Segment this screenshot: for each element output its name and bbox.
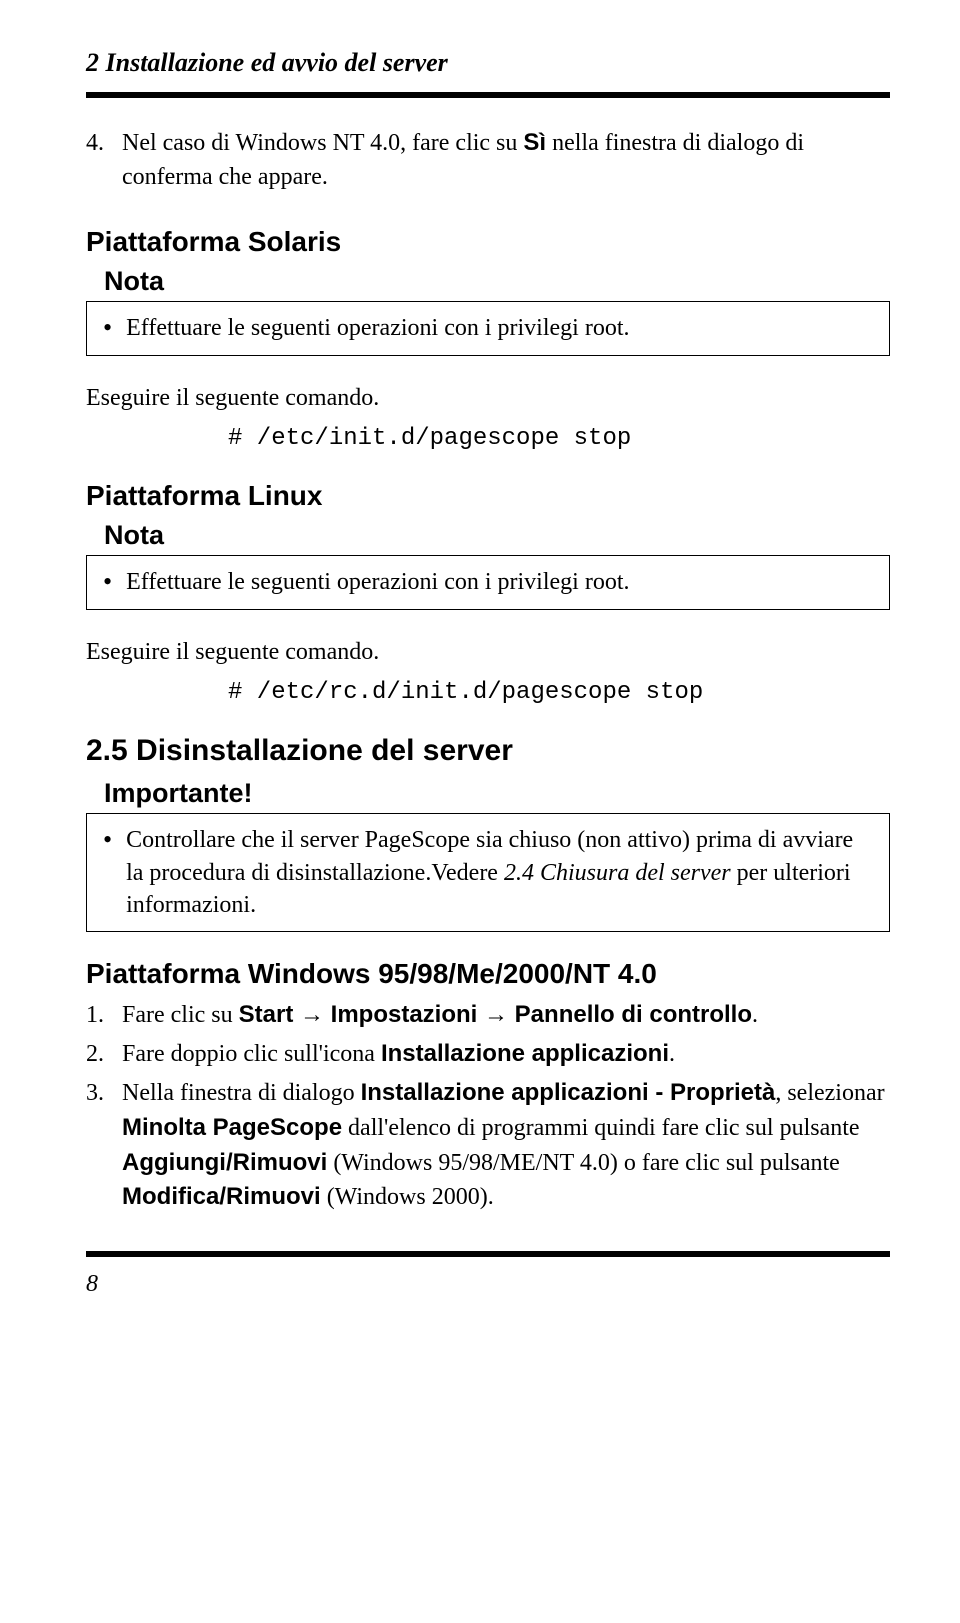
bullet-icon: • [103, 824, 112, 855]
running-header: 2 Installazione ed avvio del server [86, 48, 890, 78]
bullet-icon: • [103, 566, 112, 597]
nota-box-linux: • Effettuare le seguenti operazioni con … [86, 555, 890, 609]
nota-box-solaris: • Effettuare le seguenti operazioni con … [86, 301, 890, 355]
item-post: . [669, 1041, 675, 1067]
footer-rule [86, 1251, 890, 1257]
bullet-icon: • [103, 312, 112, 343]
nota-text-solaris: Effettuare le seguenti operazioni con i … [126, 312, 873, 344]
item-mid-1: , selezionar [775, 1080, 884, 1106]
item-pre: Fare clic su [122, 1002, 239, 1028]
item-post: . [752, 1002, 758, 1028]
nota-bullet-linux: • Effettuare le seguenti operazioni con … [103, 566, 873, 598]
item-pre: Fare doppio clic sull'icona [122, 1041, 381, 1067]
importante-label: Importante! [104, 778, 890, 809]
list-item: 2.Fare doppio clic sull'icona Installazi… [86, 1037, 890, 1072]
nota-bullet-solaris: • Effettuare le seguenti operazioni con … [103, 312, 873, 344]
arrow-icon: → [293, 1001, 330, 1028]
windows-steps: 1.Fare clic su Start → Impostazioni → Pa… [86, 998, 890, 1215]
item-mid-2: dall'elenco di programmi quindi fare cli… [342, 1115, 860, 1141]
heading-linux: Piattaforma Linux [86, 480, 890, 512]
step-number: 4. [86, 127, 122, 161]
list-item: 1.Fare clic su Start → Impostazioni → Pa… [86, 998, 890, 1033]
arrow-icon: → [477, 1001, 514, 1028]
heading-solaris: Piattaforma Solaris [86, 226, 890, 258]
step-4: 4.Nel caso di Windows NT 4.0, fare clic … [86, 126, 890, 194]
code-linux: # /etc/rc.d/init.d/pagescope stop [228, 679, 890, 706]
item-bold-1: Installazione applicazioni - Proprietà [361, 1079, 776, 1106]
step-text-pre: Nel caso di Windows NT 4.0, fare clic su [122, 130, 523, 156]
item-number: 1. [86, 998, 122, 1033]
code-solaris: # /etc/init.d/pagescope stop [228, 425, 890, 452]
nota-text-linux: Effettuare le seguenti operazioni con i … [126, 566, 873, 598]
item-pre: Nella finestra di dialogo [122, 1080, 361, 1106]
step-text-bold: Sì [523, 129, 546, 156]
importante-bullet: • Controllare che il server PageScope si… [103, 824, 873, 921]
item-post: (Windows 2000). [321, 1184, 494, 1210]
section-heading-2-5: 2.5 Disinstallazione del server [86, 734, 890, 768]
item-bold-3: Pannello di controllo [515, 1001, 752, 1028]
item-bold-4: Modifica/Rimuovi [122, 1183, 321, 1210]
nota-label-linux: Nota [104, 520, 890, 551]
item-bold-2: Impostazioni [331, 1001, 478, 1028]
importante-box: • Controllare che il server PageScope si… [86, 813, 890, 932]
item-bold-1: Installazione applicazioni [381, 1040, 669, 1067]
nota-label-solaris: Nota [104, 266, 890, 297]
importante-text: Controllare che il server PageScope sia … [126, 824, 873, 921]
item-mid-3: (Windows 95/98/ME/NT 4.0) o fare clic su… [327, 1150, 840, 1176]
header-rule [86, 92, 890, 98]
item-number: 2. [86, 1037, 122, 1072]
run-label-solaris: Eseguire il seguente comando. [86, 382, 890, 416]
list-item: 3.Nella finestra di dialogo Installazion… [86, 1076, 890, 1215]
item-bold-1: Start [239, 1001, 294, 1028]
item-bold-3: Aggiungi/Rimuovi [122, 1149, 327, 1176]
heading-windows: Piattaforma Windows 95/98/Me/2000/NT 4.0 [86, 958, 890, 990]
page-number: 8 [86, 1271, 890, 1298]
page: 2 Installazione ed avvio del server 4.Ne… [0, 0, 960, 1623]
item-number: 3. [86, 1076, 122, 1111]
item-bold-2: Minolta PageScope [122, 1114, 342, 1141]
run-label-linux: Eseguire il seguente comando. [86, 636, 890, 670]
importante-ital: 2.4 Chiusura del server [504, 860, 731, 886]
